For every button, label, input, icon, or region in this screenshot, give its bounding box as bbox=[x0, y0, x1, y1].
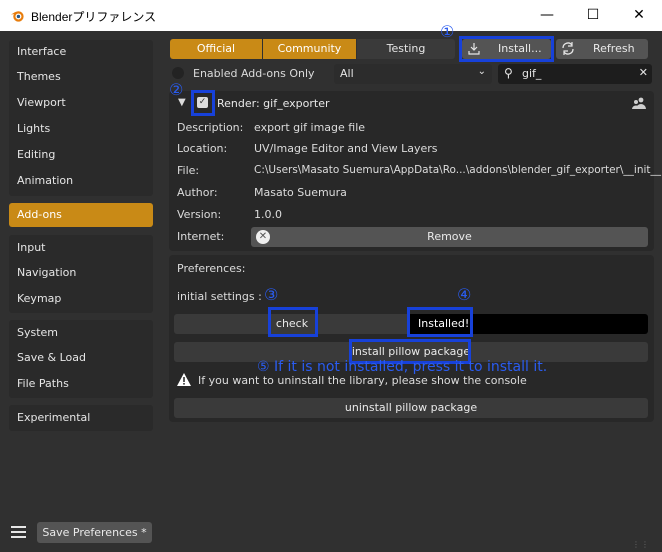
internet-label: Internet: bbox=[177, 230, 225, 243]
sidebar-item-animation[interactable]: Animation bbox=[9, 169, 153, 193]
blender-logo-icon bbox=[10, 11, 24, 22]
initial-settings-label: initial settings : bbox=[177, 290, 262, 303]
annotation-number-4: ④ bbox=[457, 285, 472, 304]
annotation-box-check bbox=[268, 307, 318, 337]
expand-triangle-icon[interactable]: ▼ bbox=[178, 97, 186, 108]
annotation-box-install bbox=[459, 36, 554, 62]
preferences-title: Preferences: bbox=[177, 262, 246, 275]
uninstall-pillow-label: uninstall pillow package bbox=[344, 401, 478, 414]
sidebar-item-viewport[interactable]: Viewport bbox=[9, 91, 153, 115]
addon-title: Render: gif_exporter bbox=[217, 97, 330, 110]
refresh-label: Refresh bbox=[593, 42, 635, 55]
search-icon: ⚲ bbox=[504, 66, 513, 80]
uninstall-pillow-button[interactable]: uninstall pillow package bbox=[174, 398, 648, 418]
sidebar-item-system[interactable]: System bbox=[9, 321, 153, 345]
sidebar-item-save-load[interactable]: Save & Load bbox=[9, 346, 153, 370]
sidebar-item-file-paths[interactable]: File Paths bbox=[9, 372, 153, 396]
enabled-only-label: Enabled Add-ons Only bbox=[193, 67, 315, 80]
sidebar-item-lights[interactable]: Lights bbox=[9, 117, 153, 141]
sidebar-item-addons[interactable]: Add-ons bbox=[9, 203, 153, 227]
tab-official[interactable]: Official bbox=[170, 39, 262, 59]
sidebar-group-2: Input Navigation Keymap bbox=[9, 235, 153, 313]
save-preferences-button[interactable]: Save Preferences * bbox=[37, 522, 152, 543]
field-label: Author: bbox=[177, 186, 218, 199]
field-label: Version: bbox=[177, 208, 222, 221]
resize-grip-icon[interactable]: ⋮⋮ bbox=[632, 540, 649, 549]
field-label: Location: bbox=[177, 142, 228, 155]
field-value: 1.0.0 bbox=[254, 208, 282, 221]
sidebar-item-keymap[interactable]: Keymap bbox=[9, 287, 153, 311]
remove-icon: ✕ bbox=[256, 230, 270, 244]
sidebar-group-addons: Add-ons bbox=[9, 203, 153, 227]
remove-label: Remove bbox=[427, 230, 472, 243]
warning-text: If you want to uninstall the library, pl… bbox=[198, 374, 527, 387]
window-title: Blenderプリファレンス bbox=[31, 10, 157, 24]
search-value: gif_ bbox=[522, 67, 542, 80]
refresh-icon bbox=[561, 41, 575, 56]
maximize-icon[interactable]: ☐ bbox=[570, 0, 616, 31]
remove-button[interactable]: ✕ Remove bbox=[251, 227, 648, 247]
hamburger-menu-icon[interactable] bbox=[11, 525, 26, 539]
field-value: C:\Users\Masato Suemura\AppData\Ro...\ad… bbox=[254, 164, 662, 176]
sidebar-item-navigation[interactable]: Navigation bbox=[9, 261, 153, 285]
category-value: All bbox=[340, 67, 354, 80]
refresh-button[interactable]: Refresh bbox=[556, 39, 648, 59]
field-value: export gif image file bbox=[254, 121, 366, 134]
sidebar-item-editing[interactable]: Editing bbox=[9, 143, 153, 167]
enabled-only-toggle[interactable] bbox=[172, 67, 184, 79]
sidebar-group-4: Experimental bbox=[9, 405, 153, 431]
chevron-down-icon: ⌄ bbox=[477, 66, 486, 77]
warning-icon bbox=[177, 373, 191, 386]
sidebar-group-1: Interface Themes Viewport Lights Editing… bbox=[9, 40, 153, 196]
field-value: Masato Suemura bbox=[254, 186, 347, 199]
annotation-note-5: ⑤ If it is not installed, press it to in… bbox=[257, 359, 548, 375]
enable-addon-checkbox[interactable]: ✓ bbox=[197, 97, 208, 108]
sidebar-item-input[interactable]: Input bbox=[9, 236, 153, 260]
tab-testing[interactable]: Testing bbox=[357, 39, 455, 59]
clear-search-icon[interactable]: ✕ bbox=[639, 66, 648, 79]
field-label: Description: bbox=[177, 121, 244, 134]
annotation-number-3: ③ bbox=[264, 285, 279, 304]
sidebar-item-interface[interactable]: Interface bbox=[9, 40, 153, 64]
sidebar-item-themes[interactable]: Themes bbox=[9, 65, 153, 89]
annotation-box-installed bbox=[407, 307, 473, 337]
category-dropdown[interactable]: All ⌄ bbox=[334, 64, 492, 84]
field-label: File: bbox=[177, 164, 200, 177]
field-value: UV/Image Editor and View Layers bbox=[254, 142, 438, 155]
tab-community[interactable]: Community bbox=[263, 39, 356, 59]
sidebar-group-3: System Save & Load File Paths bbox=[9, 320, 153, 398]
search-input[interactable]: ⚲ gif_ ✕ bbox=[498, 64, 652, 84]
annotation-number-1: ① bbox=[440, 22, 455, 41]
sidebar-item-experimental[interactable]: Experimental bbox=[9, 406, 153, 430]
minimize-icon[interactable]: — bbox=[524, 0, 570, 31]
close-icon[interactable]: ✕ bbox=[616, 0, 662, 31]
community-users-icon bbox=[632, 97, 646, 109]
title-bar: Blenderプリファレンス — ☐ ✕ bbox=[0, 0, 662, 31]
